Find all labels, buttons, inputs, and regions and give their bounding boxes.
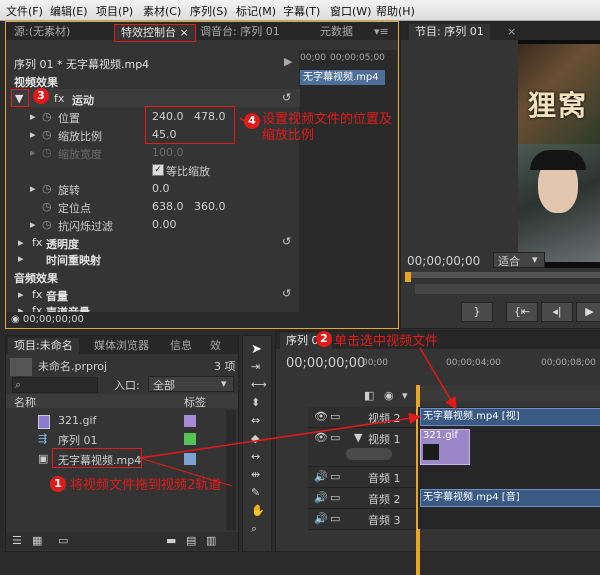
arrow-connector: [139, 457, 233, 487]
drag-arrow: [139, 412, 421, 459]
settings-arrow: [239, 117, 245, 122]
click-arrow: [419, 347, 457, 410]
annotation-arrows: [139, 117, 457, 487]
